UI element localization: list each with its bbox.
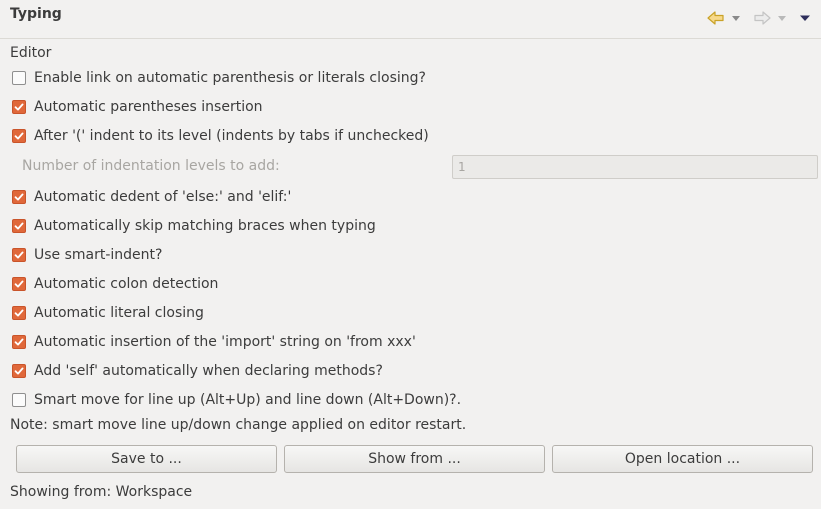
indentation-levels-label: Number of indentation levels to add: (22, 158, 280, 174)
checkbox-checked[interactable] (12, 190, 26, 204)
option-row[interactable]: After '(' indent to its level (indents b… (12, 126, 429, 146)
checkbox-checked[interactable] (12, 364, 26, 378)
checkbox-unchecked[interactable] (12, 393, 26, 407)
option-label: Automatic parentheses insertion (34, 99, 263, 115)
option-label: Automatic literal closing (34, 305, 204, 321)
option-row[interactable]: Automatic dedent of 'else:' and 'elif:' (12, 187, 291, 207)
checkmark-icon (14, 280, 24, 288)
checkmark-icon (14, 222, 24, 230)
option-label: Automatic insertion of the 'import' stri… (34, 334, 416, 350)
indentation-levels-input[interactable] (452, 155, 818, 179)
checkmark-icon (14, 132, 24, 140)
checkmark-icon (14, 193, 24, 201)
option-row[interactable]: Automatic colon detection (12, 274, 218, 294)
back-dropdown-chevron-down-icon[interactable] (731, 9, 741, 27)
checkmark-icon (14, 338, 24, 346)
checkmark-icon (14, 251, 24, 259)
option-row[interactable]: Use smart-indent? (12, 245, 162, 265)
smart-move-note: Note: smart move line up/down change app… (10, 417, 467, 433)
checkmark-icon (14, 103, 24, 111)
option-label: Automatic colon detection (34, 276, 219, 292)
save-to-button[interactable]: Save to ... (16, 445, 277, 473)
option-row[interactable]: Smart move for line up (Alt+Up) and line… (12, 390, 461, 410)
checkbox-checked[interactable] (12, 335, 26, 349)
checkbox-checked[interactable] (12, 306, 26, 320)
back-arrow-icon[interactable] (707, 9, 727, 27)
checkbox-checked[interactable] (12, 248, 26, 262)
editor-section-label: Editor (10, 45, 52, 61)
option-row[interactable]: Automatic insertion of the 'import' stri… (12, 332, 416, 352)
forward-dropdown-chevron-down-icon[interactable] (777, 9, 787, 27)
checkmark-icon (14, 309, 24, 317)
forward-arrow-icon[interactable] (753, 9, 773, 27)
typing-preferences-page: Typing Editor Enable link on automatic p… (0, 0, 821, 509)
option-row[interactable]: Automatically skip matching braces when … (12, 216, 376, 236)
navigation-toolbar (707, 9, 813, 27)
option-label: After '(' indent to its level (indents b… (34, 128, 429, 144)
option-label: Automatic dedent of 'else:' and 'elif:' (34, 189, 292, 205)
option-label: Add 'self' automatically when declaring … (34, 363, 383, 379)
checkmark-icon (14, 367, 24, 375)
option-row[interactable]: Automatic parentheses insertion (12, 97, 263, 117)
option-label: Smart move for line up (Alt+Up) and line… (34, 392, 462, 408)
page-title: Typing (10, 6, 62, 22)
status-text: Showing from: Workspace (10, 484, 193, 500)
open-location-button[interactable]: Open location ... (552, 445, 813, 473)
option-row[interactable]: Add 'self' automatically when declaring … (12, 361, 383, 381)
checkbox-unchecked[interactable] (12, 71, 26, 85)
checkbox-checked[interactable] (12, 100, 26, 114)
view-menu-icon[interactable] (799, 9, 811, 27)
checkbox-checked[interactable] (12, 219, 26, 233)
show-from-button[interactable]: Show from ... (284, 445, 545, 473)
option-row[interactable]: Enable link on automatic parenthesis or … (12, 68, 426, 88)
option-label: Use smart-indent? (34, 247, 163, 263)
checkbox-checked[interactable] (12, 277, 26, 291)
header: Typing (0, 0, 821, 39)
option-row[interactable]: Automatic literal closing (12, 303, 204, 323)
checkbox-checked[interactable] (12, 129, 26, 143)
option-label: Enable link on automatic parenthesis or … (34, 70, 426, 86)
option-label: Automatically skip matching braces when … (34, 218, 376, 234)
